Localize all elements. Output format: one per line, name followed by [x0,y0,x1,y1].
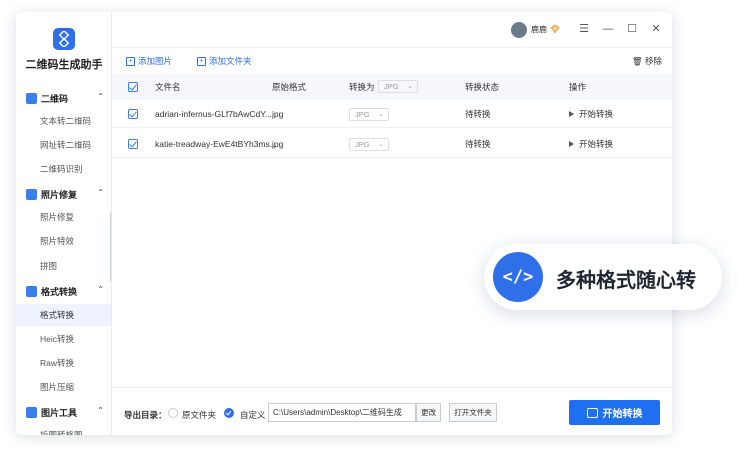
play-icon [569,110,574,117]
select-all-checkbox[interactable] [128,82,138,92]
row-filename: katie-treadway-EwE4tBYh3ms... [155,138,277,149]
sidebar-item-split-image[interactable]: 拆图转格图 [16,424,111,435]
radio-original-folder[interactable] [168,408,178,418]
row-target-select[interactable]: JPG ⌄ [349,108,389,121]
convert-all-value: JPG [384,82,399,91]
tools-icon [26,406,37,418]
add-folder-label: 添加文件夹 [209,56,252,66]
app-logo-icon [53,28,75,50]
sidebar-item-collage[interactable]: 拼图 [16,255,111,277]
add-image-button[interactable]: + 添加图片 [126,55,172,67]
title-bar: 鹿鹿 ☰ — ☐ ✕ [112,12,672,48]
sidebar-group-format-convert[interactable]: 格式转换 ⌃ [26,282,110,300]
username[interactable]: 鹿鹿 [531,24,547,35]
sidebar-group-label: 二维码 [41,93,69,104]
row-status: 待转换 [465,138,491,149]
column-status: 转换状态 [465,82,500,92]
radio-custom-folder[interactable] [224,408,234,418]
row-start-button[interactable]: 开始转换 [569,100,613,127]
row-target-select[interactable]: JPG ⌄ [349,138,389,151]
sidebar-group-label: 图片工具 [41,407,78,418]
app-window: 二维码生成助手 二维码 ⌃ 文本转二维码 网址转二维码 二维码识别 照片修复 ⌃… [16,12,672,435]
remove-button[interactable]: 🗑 移除 [632,55,662,67]
sidebar-group-label: 格式转换 [41,286,78,297]
column-filename: 文件名 [155,82,181,92]
add-folder-button[interactable]: + 添加文件夹 [197,55,252,67]
toolbar: + 添加图片 + 添加文件夹 🗑 移除 [112,48,672,74]
photo-icon [26,188,37,200]
app-title: 二维码生成助手 [25,59,103,71]
sidebar-item-qrcode-recognize[interactable]: 二维码识别 [16,158,111,180]
row-checkbox[interactable] [128,139,138,149]
close-icon[interactable]: ✕ [648,21,664,37]
vip-badge-icon [550,24,560,34]
row-action-label: 开始转换 [579,138,614,149]
convert-icon [586,407,598,418]
code-icon: </> [493,252,543,302]
chevron-up-icon: ⌃ [97,188,104,197]
sidebar-item-format-convert[interactable]: 格式转换 [16,304,111,326]
sidebar-group-image-tools[interactable]: 图片工具 ⌃ [26,403,110,421]
change-path-button[interactable]: 更改 [416,403,441,422]
sidebar-item-text-to-qrcode[interactable]: 文本转二维码 [16,110,111,132]
row-format: jpg [272,138,284,149]
menu-icon[interactable]: ☰ [576,21,592,37]
trash-icon: 🗑 [631,56,643,66]
column-convert-to: 转换为 [349,82,375,92]
feature-callout: </> 多种格式随心转 [484,244,722,310]
chevron-up-icon: ⌃ [97,406,104,415]
chevron-down-icon: ⌄ [378,141,384,148]
start-convert-button[interactable]: 开始转换 [569,400,660,425]
callout-text: 多种格式随心转 [556,270,696,292]
sidebar-scrollbar[interactable] [110,212,111,282]
play-icon [569,140,574,147]
add-image-label: 添加图片 [138,56,173,66]
remove-label: 移除 [644,56,662,66]
row-start-button[interactable]: 开始转换 [569,130,613,157]
column-action: 操作 [569,82,587,92]
chevron-down-icon: ⌄ [407,83,413,90]
sidebar-item-photo-repair[interactable]: 照片修复 [16,206,111,228]
row-target-value: JPG [355,140,370,149]
add-file-icon: + [126,56,135,66]
column-original-format: 原始格式 [272,82,307,92]
convert-all-select[interactable]: JPG ⌄ [378,80,418,93]
open-folder-button[interactable]: 打开文件夹 [449,403,497,422]
output-dir-label: 导出目录： [124,410,167,420]
sidebar-item-heic-convert[interactable]: Heic转换 [16,328,111,350]
output-path-input[interactable]: C:\Users\admin\Desktop\二维码生成 [268,403,416,422]
sidebar-item-url-to-qrcode[interactable]: 网址转二维码 [16,134,111,156]
footer: 导出目录： 原文件夹 自定义 C:\Users\admin\Desktop\二维… [112,387,672,435]
row-target-value: JPG [355,110,370,119]
sidebar: 二维码生成助手 二维码 ⌃ 文本转二维码 网址转二维码 二维码识别 照片修复 ⌃… [16,12,112,435]
table-header: 文件名 原始格式 转换为 JPG ⌄ 转换状态 操作 [112,74,672,100]
row-status: 待转换 [465,108,491,119]
table-row[interactable]: katie-treadway-EwE4tBYh3ms... jpg JPG ⌄ … [112,130,672,158]
sidebar-item-photo-effects[interactable]: 照片特效 [16,230,111,252]
add-folder-icon: + [197,56,206,66]
row-action-label: 开始转换 [579,108,614,119]
option-original-label: 原文件夹 [182,410,217,420]
convert-icon [26,285,37,297]
chevron-up-icon: ⌃ [97,92,104,101]
maximize-icon[interactable]: ☐ [624,21,640,37]
sidebar-group-label: 照片修复 [41,189,78,200]
chevron-up-icon: ⌃ [97,285,104,294]
table-row[interactable]: adrian-infernus-GLf7bAwCdY... jpg JPG ⌄ … [112,100,672,128]
avatar[interactable] [511,22,527,38]
sidebar-item-image-compress[interactable]: 图片压缩 [16,376,111,398]
sidebar-group-qrcode[interactable]: 二维码 ⌃ [26,89,110,107]
row-checkbox[interactable] [128,109,138,119]
option-custom-label: 自定义 [240,410,266,420]
sidebar-group-photo-repair[interactable]: 照片修复 ⌃ [26,185,110,203]
row-filename: adrian-infernus-GLf7bAwCdY... [155,108,272,119]
minimize-icon[interactable]: — [600,21,616,37]
start-convert-label: 开始转换 [602,409,643,420]
sidebar-item-raw-convert[interactable]: Raw转换 [16,352,111,374]
chevron-down-icon: ⌄ [378,111,384,118]
row-format: jpg [272,108,284,119]
qrcode-icon [26,92,37,104]
